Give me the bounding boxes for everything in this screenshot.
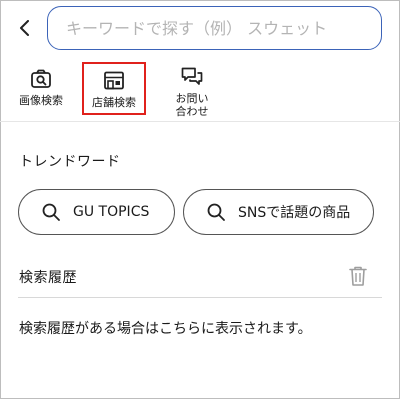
search-input[interactable] <box>66 18 381 38</box>
quick-actions: 画像検索 店舗検索 お問い合わせ <box>0 62 400 120</box>
history-divider <box>18 297 382 298</box>
header-divider <box>0 121 400 122</box>
search-icon <box>42 203 60 221</box>
store-search-label: 店舗検索 <box>92 96 136 109</box>
trend-chip-label: SNSで話題の商品 <box>238 205 351 221</box>
trend-chip-label: GU TOPICS <box>73 204 150 220</box>
search-icon <box>207 203 225 221</box>
history-title: 検索履歴 <box>19 270 77 286</box>
chat-bubbles-icon <box>181 67 203 85</box>
store-search-button[interactable]: 店舗検索 <box>82 62 146 115</box>
trend-chip-gu-topics[interactable]: GU TOPICS <box>18 189 175 235</box>
clear-history-button[interactable] <box>348 265 368 287</box>
trend-chip-sns[interactable]: SNSで話題の商品 <box>183 189 374 235</box>
contact-label: お問い合わせ <box>175 92 209 118</box>
back-button[interactable] <box>14 17 36 39</box>
trending-title: トレンドワード <box>19 154 121 170</box>
store-icon <box>104 71 124 90</box>
image-search-button[interactable]: 画像検索 <box>13 68 69 107</box>
trash-icon <box>349 266 367 286</box>
search-bar[interactable] <box>47 6 382 50</box>
chevron-left-icon <box>20 20 29 36</box>
history-empty-message: 検索履歴がある場合はこちらに表示されます。 <box>19 321 312 337</box>
camera-search-icon <box>31 69 51 88</box>
contact-button[interactable]: お問い合わせ <box>162 66 222 118</box>
image-search-label: 画像検索 <box>19 94 63 107</box>
